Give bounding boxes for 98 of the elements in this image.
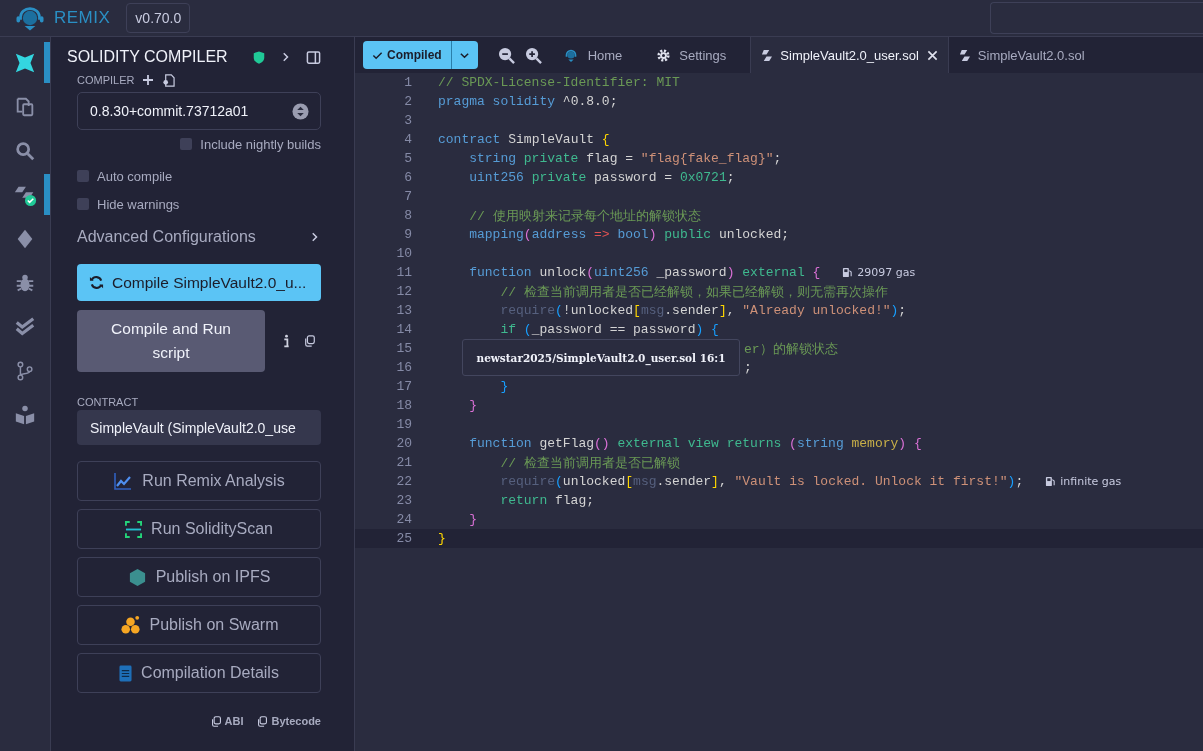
code-line: er）的解锁状态 <box>744 340 838 358</box>
line-number: 20 <box>395 436 412 451</box>
top-field[interactable] <box>990 2 1203 34</box>
code-line: // 检查当前调用者是否已经解锁，如果已经解锁，则无需再次操作 <box>499 283 888 301</box>
code-line: function getFlag() external view returns (string memory) { <box>468 436 922 451</box>
code-line: ; <box>744 360 752 375</box>
gas-estimate: 29097 gas <box>857 266 916 279</box>
line-number: 1 <box>403 75 412 90</box>
contract-label: CONTRACT <box>77 396 140 408</box>
git-branch-icon <box>14 359 36 382</box>
code-line: } <box>438 531 446 546</box>
line-number: 22 <box>395 474 412 489</box>
tooltip: newstar2025/SimpleVault2.0_user.sol 16:1 <box>462 339 740 376</box>
line-number: 18 <box>395 398 412 413</box>
line-number: 25 <box>395 531 412 546</box>
editor-tab[interactable]: Settings <box>679 47 727 63</box>
code-line: // 检查当前调用者是否已解锁 <box>499 454 680 472</box>
up-down-icon[interactable] <box>292 102 309 120</box>
line-number: 14 <box>395 322 412 337</box>
line-number: 11 <box>395 265 412 280</box>
checkbox[interactable] <box>180 138 193 150</box>
refresh-icon[interactable] <box>89 275 104 290</box>
honeycomb-icon[interactable] <box>119 614 141 636</box>
editor-tab[interactable]: Home <box>587 47 623 63</box>
app-name: REMIX <box>54 8 111 28</box>
gas-estimate: infinite gas <box>1060 475 1122 488</box>
code-line: if (_password == password) { <box>499 322 719 337</box>
fuel-pump-icon <box>842 267 854 278</box>
contract-select[interactable]: SimpleVault (SimpleVault2.0_use <box>77 410 321 445</box>
line-number: 19 <box>395 417 412 432</box>
line-number: 24 <box>395 512 412 527</box>
line-number: 15 <box>395 341 412 356</box>
info-icon[interactable] <box>283 334 290 348</box>
close-icon[interactable] <box>926 49 938 61</box>
line-number: 13 <box>395 303 412 318</box>
copy-icon[interactable] <box>210 715 222 727</box>
line-number: 10 <box>395 246 412 261</box>
line-number: 8 <box>403 208 412 223</box>
editor-tab[interactable]: SimpleVault2.0.sol <box>977 47 1085 63</box>
checkbox[interactable] <box>77 170 89 182</box>
double-check-icon <box>14 315 36 338</box>
solidity-file-icon[interactable] <box>761 48 773 62</box>
code-line: require(!unlocked[msg.sender], "Already unlocked!"); <box>499 303 907 318</box>
document-icon[interactable] <box>119 664 133 682</box>
option-label: Auto compile <box>97 168 173 184</box>
line-number: 7 <box>403 189 412 204</box>
code-line: mapping(address => bool) public unlocked; <box>468 227 790 242</box>
compile-and-run-button[interactable]: Compile and Run script <box>77 310 265 372</box>
checkbox[interactable] <box>77 198 89 210</box>
line-number: 17 <box>395 379 412 394</box>
code-line: require(unlocked[msg.sender], "Vault is locked. Unlock it first!"); <box>499 474 1024 489</box>
line-number: 3 <box>403 113 412 128</box>
panel-title: SOLIDITY COMPILER <box>67 48 229 66</box>
code-line: string private flag = "flag{fake_flag}"; <box>468 151 782 166</box>
line-number: 2 <box>403 94 412 109</box>
option-label: Include nightly builds <box>200 136 321 152</box>
option-label: Hide warnings <box>97 196 180 212</box>
code-line: return flag; <box>499 493 595 508</box>
line-number: 6 <box>403 170 412 185</box>
shield-icon[interactable] <box>252 49 266 65</box>
code-line: // 使用映射来记录每个地址的解锁状态 <box>468 207 701 225</box>
code-line: uint256 private password = 0x0721; <box>468 170 735 185</box>
plus-icon[interactable] <box>142 74 155 86</box>
code-line: } <box>468 512 477 527</box>
line-number: 21 <box>395 455 412 470</box>
zoom-in-icon[interactable] <box>524 46 542 64</box>
panel-layout-icon[interactable] <box>306 49 321 65</box>
copy-link[interactable]: Bytecode <box>271 715 321 727</box>
gear-icon[interactable] <box>656 47 672 63</box>
fuel-pump-icon <box>1045 476 1057 487</box>
hexagon-icon[interactable] <box>127 567 147 587</box>
scan-icon[interactable] <box>125 520 143 538</box>
zoom-out-icon[interactable] <box>497 46 515 64</box>
line-number: 23 <box>395 493 412 508</box>
code-line: pragma solidity ^0.8.0; <box>438 94 618 109</box>
code-line: } <box>468 398 477 413</box>
search-icon <box>14 139 36 162</box>
code-line: contract SimpleVault { <box>438 132 610 147</box>
code-line: } <box>499 379 509 394</box>
copy-icon[interactable] <box>304 335 316 347</box>
file-icon[interactable] <box>162 73 176 87</box>
code-line: function unlock(uint256 _password) external { <box>468 265 821 280</box>
book-reader-icon <box>14 403 36 426</box>
line-number: 16 <box>395 360 412 375</box>
line-chart-icon[interactable] <box>113 471 134 491</box>
line-number: 9 <box>403 227 412 242</box>
compiler-label: COMPILER <box>77 74 135 86</box>
version-badge: v0.70.0 <box>126 3 191 33</box>
line-number: 12 <box>395 284 412 299</box>
line-number: 5 <box>403 151 412 166</box>
advanced-configurations-toggle[interactable]: Advanced Configurations <box>77 228 256 246</box>
files-icon <box>14 95 36 118</box>
line-number: 4 <box>403 132 412 147</box>
solidity-file-icon[interactable] <box>958 48 970 62</box>
code-line: // SPDX-License-Identifier: MIT <box>438 75 680 90</box>
copy-link[interactable]: ABI <box>224 715 244 727</box>
ai-icon <box>14 51 36 74</box>
copy-icon[interactable] <box>257 715 269 727</box>
